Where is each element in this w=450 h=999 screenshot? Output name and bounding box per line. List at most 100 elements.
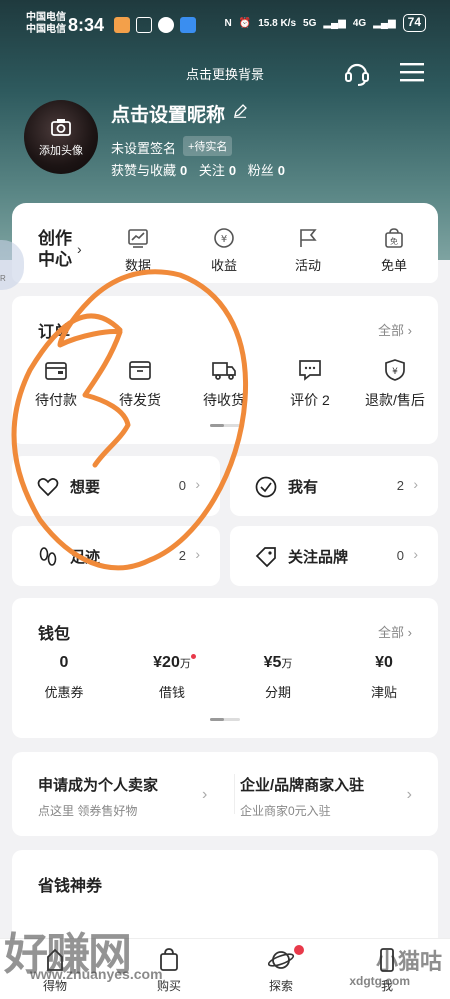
net-speed: 15.8 K/s xyxy=(258,17,297,29)
comment-icon xyxy=(299,360,321,381)
footprint-icon xyxy=(39,547,57,566)
watermark-left-url: www.zhuanyes.com xyxy=(30,966,163,982)
system-indicators: N ⏰ 15.8 K/s 5G ▂▄▆ 4G ▂▄▆ 74 xyxy=(225,14,426,32)
app-notification-icon xyxy=(114,17,130,33)
notification-icons xyxy=(114,17,196,33)
edit-icon[interactable] xyxy=(233,104,247,118)
want-label: 想要 xyxy=(70,479,101,496)
brand-seller-sub[interactable]: 企业商家0元入驻 xyxy=(240,802,331,819)
refund-shield-icon: ¥ xyxy=(385,359,405,381)
svg-text:¥: ¥ xyxy=(221,234,227,245)
personal-seller-title[interactable]: 申请成为个人卖家 xyxy=(38,774,158,795)
have-label: 我有 xyxy=(288,479,319,496)
menu-icon[interactable] xyxy=(400,62,424,82)
alipay-icon xyxy=(180,17,196,33)
divider xyxy=(234,774,235,814)
wallet-all-link[interactable]: 全部 › xyxy=(378,622,412,641)
likes-label: 获赞与收藏 xyxy=(111,163,177,178)
battery-indicator: 74 xyxy=(402,14,426,32)
carrier-text: 中国电信 中国电信 xyxy=(26,12,66,35)
nickname[interactable]: 点击设置昵称 xyxy=(111,100,225,127)
chevron-right-icon[interactable]: › xyxy=(407,786,412,804)
add-avatar-label: 添加头像 xyxy=(39,145,83,157)
tool-label: 免单 xyxy=(380,258,407,273)
signal-bars-icon: ▂▄▆ xyxy=(373,17,396,29)
orders-title: 订单 xyxy=(38,324,71,341)
planet-icon xyxy=(267,951,295,969)
notification-dot xyxy=(191,654,196,659)
wallet-loan[interactable]: ¥20万 借钱 xyxy=(132,654,212,701)
change-background-link[interactable]: 点击更换背景 xyxy=(0,64,450,83)
fans-label[interactable]: 粉丝 xyxy=(248,163,274,178)
footprint-label: 足迹 xyxy=(70,549,101,566)
order-pending-receipt[interactable]: 待收货 xyxy=(184,358,264,410)
orders-all-link[interactable]: 全部 › xyxy=(378,320,412,339)
avatar[interactable]: 添加头像 xyxy=(24,100,98,174)
order-refund[interactable]: ¥ 退款/售后 xyxy=(355,358,435,410)
footprint-card[interactable]: 足迹 2 › xyxy=(12,526,220,586)
follow-value[interactable]: 0 xyxy=(229,163,236,178)
tool-label: 活动 xyxy=(294,258,321,273)
status-bar: 中国电信 中国电信 8:34 N ⏰ 15.8 K/s 5G ▂▄▆ 4G ▂▄… xyxy=(0,0,450,50)
orders-card: 订单 全部 › 待付款 待发货 待收货 评价 2 ¥ 退款/售后 xyxy=(12,296,438,444)
wallet-installment[interactable]: ¥5万 分期 xyxy=(238,654,318,701)
tool-data[interactable]: 数据 xyxy=(108,227,168,274)
profile-stats: 获赞与收藏 0 关注 0 粉丝 0 xyxy=(111,160,293,179)
yen-coin-icon: ¥ xyxy=(214,228,234,248)
order-pending-shipment[interactable]: 待发货 xyxy=(100,358,180,410)
nav-explore[interactable]: 探索 xyxy=(246,945,316,994)
heart-plus-icon xyxy=(37,478,59,497)
have-list-card[interactable]: 我有 2 › xyxy=(230,456,438,516)
brand-seller-title[interactable]: 企业/品牌商家入驻 xyxy=(240,774,364,795)
wallet-card: 钱包 全部 › 0 优惠券 ¥20万 借钱 ¥5万 分期 ¥0 津贴 xyxy=(12,598,438,738)
footprint-count: 2 xyxy=(178,548,186,563)
watermark-right-url: xdgtg.com xyxy=(349,974,410,988)
coupon-title: 省钱神券 xyxy=(38,878,103,895)
signal-5g: 5G xyxy=(303,17,317,29)
brands-count: 0 xyxy=(396,548,404,563)
order-pending-payment[interactable]: 待付款 xyxy=(16,358,96,410)
check-circle-icon xyxy=(255,476,277,498)
real-name-badge[interactable]: +待实名 xyxy=(183,136,233,156)
seller-entry-card: 申请成为个人卖家 点这里 领券售好物 › 企业/品牌商家入驻 企业商家0元入驻 … xyxy=(12,752,438,836)
customer-service-icon[interactable] xyxy=(342,58,372,88)
chevron-right-icon[interactable]: › xyxy=(202,786,207,804)
chevron-right-icon[interactable]: › xyxy=(77,241,82,257)
personal-seller-sub[interactable]: 点这里 领券售好物 xyxy=(38,802,137,819)
flag-icon xyxy=(300,229,317,247)
scroll-indicator xyxy=(210,718,240,721)
tool-label: 收益 xyxy=(210,258,237,273)
upload-icon xyxy=(136,17,152,33)
brands-label: 关注品牌 xyxy=(288,549,349,566)
qq-icon xyxy=(158,17,174,33)
tool-earnings[interactable]: ¥ 收益 xyxy=(194,227,254,274)
wallet-coupons[interactable]: 0 优惠券 xyxy=(24,654,104,701)
want-list-card[interactable]: 想要 0 › xyxy=(12,456,220,516)
tool-label: 数据 xyxy=(124,258,151,273)
want-count: 0 xyxy=(178,478,186,493)
notification-dot xyxy=(294,945,304,955)
chevron-right-icon: › xyxy=(195,546,200,562)
watermark-right: 小猫咕 xyxy=(375,949,442,974)
have-count: 2 xyxy=(396,478,404,493)
tag-icon xyxy=(255,547,276,568)
tool-activity[interactable]: 活动 xyxy=(278,227,338,274)
wallet-allowance[interactable]: ¥0 津贴 xyxy=(344,654,424,701)
fans-value[interactable]: 0 xyxy=(278,163,285,178)
likes-value: 0 xyxy=(180,163,188,178)
follow-label[interactable]: 关注 xyxy=(199,163,225,178)
signal-4g: 4G xyxy=(352,17,367,29)
scroll-indicator xyxy=(210,424,240,427)
wallet-title: 钱包 xyxy=(38,626,71,643)
signature-text[interactable]: 未设置签名 xyxy=(111,138,176,157)
order-review[interactable]: 评价 2 xyxy=(270,358,350,410)
chart-icon xyxy=(128,229,148,248)
svg-text:¥: ¥ xyxy=(392,367,398,377)
wallet-icon xyxy=(45,362,67,380)
chevron-right-icon: › xyxy=(413,476,418,492)
clock: 8:34 xyxy=(68,15,105,35)
box-icon xyxy=(129,361,151,380)
tool-free-order[interactable]: 免 免单 xyxy=(364,227,424,274)
followed-brands-card[interactable]: 关注品牌 0 › xyxy=(230,526,438,586)
creator-center-title[interactable]: 创作中心 xyxy=(38,228,74,270)
